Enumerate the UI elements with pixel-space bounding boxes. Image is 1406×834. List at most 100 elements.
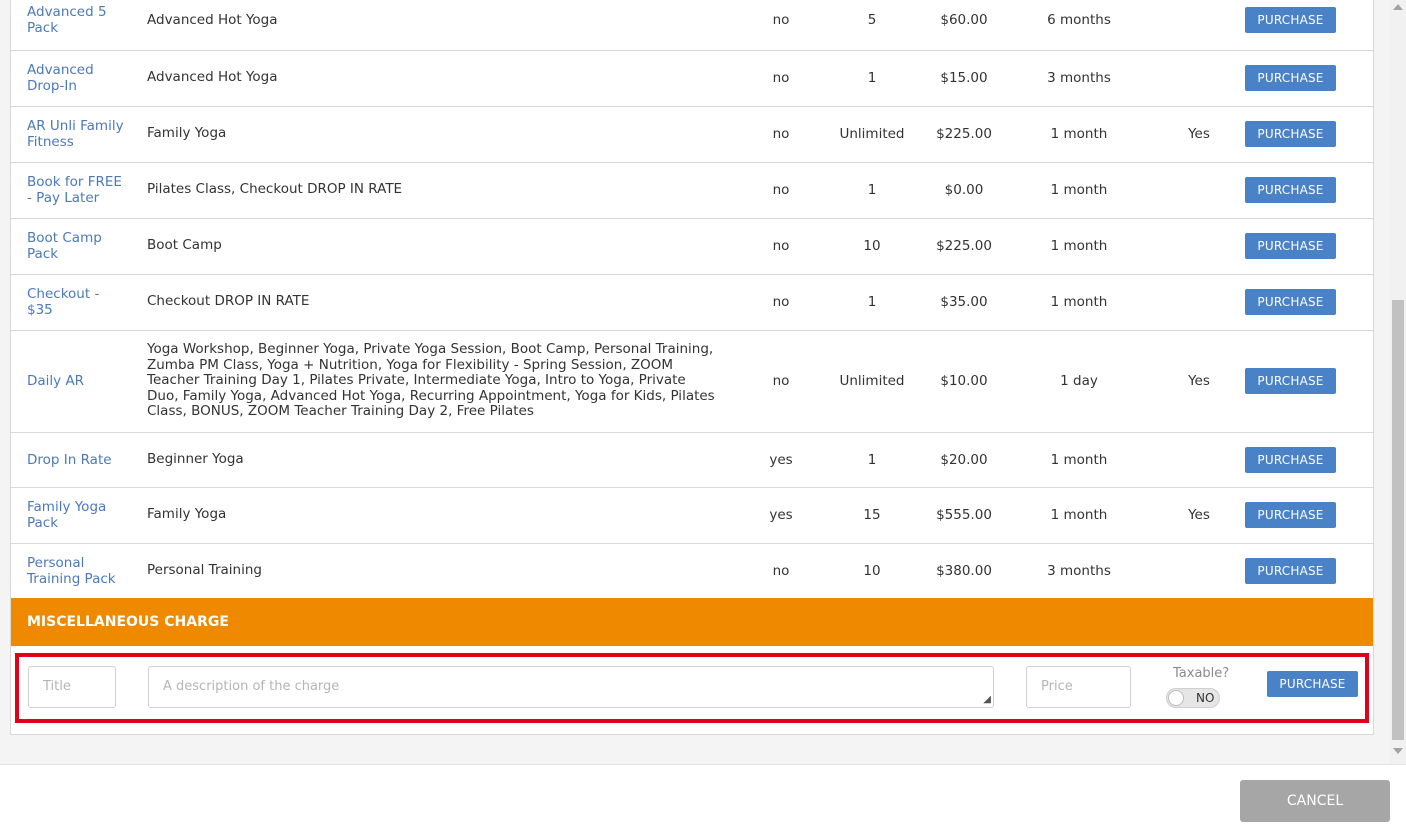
- package-price: $35.00: [940, 294, 988, 310]
- package-classes: Family Yoga: [147, 506, 227, 523]
- package-expires: 6 months: [1047, 12, 1111, 29]
- package-name-link[interactable]: Family Yoga Pack: [27, 499, 127, 531]
- purchase-button[interactable]: PURCHASE: [1245, 446, 1336, 473]
- package-col7: Yes: [1188, 126, 1210, 142]
- package-sessions: 1: [867, 70, 877, 86]
- package-expires: 1 month: [1050, 238, 1108, 254]
- package-name-link[interactable]: Daily AR: [27, 373, 127, 389]
- package-classes: Checkout DROP IN RATE: [147, 293, 310, 310]
- package-sessions: 15: [863, 507, 881, 523]
- package-row: Family Yoga Pack Family Yoga yes 15 $555.00 1…: [11, 487, 1373, 544]
- purchase-button[interactable]: PURCHASE: [1245, 558, 1336, 584]
- purchase-button[interactable]: PURCHASE: [1245, 65, 1336, 91]
- package-name-link[interactable]: Drop In Rate: [27, 452, 127, 468]
- package-name-link[interactable]: Boot Camp Pack: [27, 230, 127, 262]
- package-sessions: Unlimited: [839, 373, 905, 389]
- misc-description-textarea[interactable]: A description of the charge ◢: [148, 666, 994, 708]
- package-name-link[interactable]: Book for FREE - Pay Later: [27, 174, 127, 206]
- package-expires: 1 month: [1050, 507, 1108, 523]
- cancel-button[interactable]: CANCEL: [1240, 780, 1390, 822]
- package-row: Drop In Rate Beginner Yoga yes 1 $20.00 1 mon…: [11, 432, 1373, 488]
- misc-description-placeholder: A description of the charge: [163, 679, 340, 694]
- package-price: $225.00: [936, 126, 992, 142]
- package-name-link[interactable]: Personal Training Pack: [27, 555, 127, 587]
- package-col3: no: [772, 70, 790, 86]
- purchase-button[interactable]: PURCHASE: [1245, 121, 1336, 147]
- package-sessions: 1: [867, 451, 877, 468]
- package-expires: 3 months: [1047, 70, 1111, 86]
- package-row: Book for FREE - Pay Later Pilates Class, …: [11, 162, 1373, 219]
- purchase-button[interactable]: PURCHASE: [1245, 368, 1336, 394]
- package-sessions: 1: [867, 294, 877, 310]
- package-row: Advanced Drop-In Advanced Hot Yoga no 1 $15.…: [11, 50, 1373, 107]
- package-classes: Yoga Workshop, Beginner Yoga, Private Yo…: [147, 341, 715, 420]
- purchase-button[interactable]: PURCHASE: [1245, 177, 1336, 203]
- package-expires: 1 month: [1050, 451, 1108, 468]
- footer-divider: [0, 764, 1406, 765]
- scrollbar-thumb[interactable]: [1392, 300, 1404, 740]
- package-classes: Family Yoga: [147, 125, 227, 142]
- package-row: Checkout - $35 Checkout DROP IN RATE no 1 $3…: [11, 274, 1373, 331]
- resize-handle-icon[interactable]: ◢: [983, 695, 991, 705]
- package-sessions: 5: [867, 12, 877, 29]
- misc-title-input[interactable]: Title: [28, 666, 116, 708]
- taxable-toggle-value: NO: [1196, 691, 1215, 705]
- package-name-link[interactable]: Advanced Drop-In: [27, 62, 127, 94]
- package-classes: Advanced Hot Yoga: [147, 11, 278, 28]
- package-name-link[interactable]: Advanced 5 Pack: [27, 4, 127, 36]
- package-row: Personal Training Pack Personal Training n…: [11, 543, 1373, 600]
- package-price: $10.00: [940, 373, 988, 389]
- package-classes: Personal Training: [147, 562, 262, 579]
- package-expires: 3 months: [1047, 563, 1111, 579]
- package-sessions: 10: [863, 238, 881, 254]
- package-name-link[interactable]: AR Unli Family Fitness: [27, 118, 127, 150]
- misc-price-placeholder: Price: [1041, 679, 1073, 694]
- purchase-button[interactable]: PURCHASE: [1245, 233, 1336, 259]
- package-row: Boot Camp Pack Boot Camp no 10 $225.00 1 mont…: [11, 218, 1373, 275]
- package-col7: Yes: [1188, 507, 1210, 523]
- misc-purchase-button[interactable]: PURCHASE: [1267, 671, 1358, 697]
- taxable-label: Taxable?: [1173, 666, 1230, 681]
- package-sessions: Unlimited: [839, 126, 905, 142]
- package-expires: 1 day: [1060, 373, 1098, 389]
- package-col3: no: [772, 373, 790, 389]
- package-expires: 1 month: [1050, 294, 1108, 310]
- packages-panel: Advanced 5 Pack Advanced Hot Yoga no 5 $60.0…: [10, 0, 1374, 735]
- package-sessions: 1: [867, 182, 877, 198]
- misc-charge-row: Title A description of the charge ◢ Pric…: [15, 653, 1369, 723]
- packages-table: Advanced 5 Pack Advanced Hot Yoga no 5 $60.0…: [11, 0, 1373, 600]
- package-row: Daily AR Yoga Workshop, Beginner Yoga, Pr…: [11, 330, 1373, 433]
- package-price: $380.00: [936, 563, 992, 579]
- scroll-down-arrow-icon[interactable]: [1393, 748, 1403, 754]
- package-classes: Pilates Class, Checkout DROP IN RATE: [147, 181, 403, 198]
- package-col3: yes: [769, 451, 793, 468]
- package-col3: no: [772, 12, 790, 29]
- package-col3: no: [772, 294, 790, 310]
- taxable-toggle[interactable]: NO: [1166, 688, 1220, 708]
- package-col3: no: [772, 238, 790, 254]
- package-row: Advanced 5 Pack Advanced Hot Yoga no 5 $60.0…: [11, 0, 1373, 51]
- scroll-up-arrow-icon[interactable]: [1393, 4, 1403, 10]
- package-price: $225.00: [936, 238, 992, 254]
- package-col7: Yes: [1188, 373, 1210, 389]
- purchase-button[interactable]: PURCHASE: [1245, 502, 1336, 528]
- package-row: AR Unli Family Fitness Family Yoga no Unlim…: [11, 106, 1373, 163]
- package-name-link[interactable]: Checkout - $35: [27, 286, 127, 318]
- misc-charge-header: MISCELLANEOUS CHARGE: [11, 598, 1373, 646]
- purchase-button[interactable]: PURCHASE: [1245, 7, 1336, 34]
- package-expires: 1 month: [1050, 126, 1108, 142]
- misc-title-placeholder: Title: [43, 679, 71, 694]
- package-price: $15.00: [940, 70, 988, 86]
- package-price: $555.00: [936, 507, 992, 523]
- vertical-scrollbar[interactable]: [1390, 0, 1406, 764]
- package-col3: no: [772, 126, 790, 142]
- package-sessions: 10: [863, 563, 881, 579]
- package-expires: 1 month: [1050, 182, 1108, 198]
- purchase-button[interactable]: PURCHASE: [1245, 289, 1336, 315]
- package-price: $60.00: [940, 12, 988, 29]
- package-classes: Beginner Yoga: [147, 450, 244, 467]
- package-col3: yes: [769, 507, 793, 523]
- misc-price-input[interactable]: Price: [1026, 666, 1131, 708]
- modal-body: Advanced 5 Pack Advanced Hot Yoga no 5 $60.0…: [0, 0, 1406, 764]
- package-classes: Advanced Hot Yoga: [147, 69, 278, 86]
